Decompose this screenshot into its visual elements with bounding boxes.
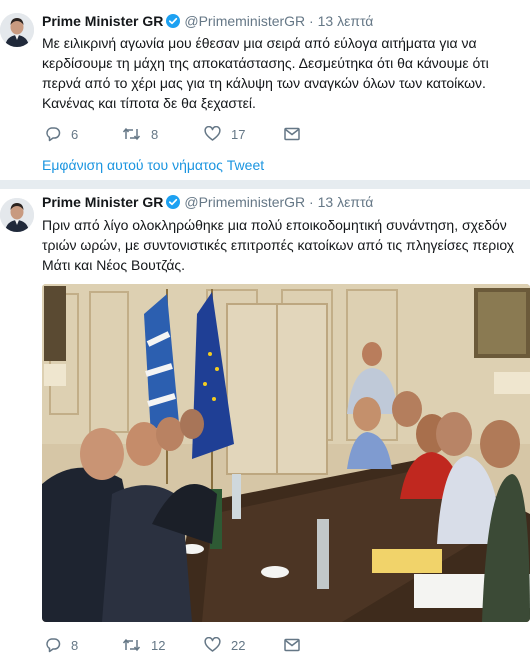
retweet-count: 8: [151, 126, 159, 142]
direct-message-icon: [284, 127, 300, 141]
direct-message-button[interactable]: [284, 635, 300, 655]
reply-icon: [45, 126, 61, 142]
tweet-text-line: Μάτι και Νέος Βουτζάς.: [42, 257, 186, 273]
like-icon: [204, 126, 221, 142]
retweet-button[interactable]: 8: [122, 124, 158, 144]
tweet-text-line: Πριν από λίγο ολοκληρώθηκε μια πολύ εποι…: [42, 217, 507, 233]
like-count: 22: [231, 637, 246, 653]
timestamp[interactable]: 13 λεπτά: [318, 194, 374, 210]
tweet-1[interactable]: Prime Minister GR @PrimeministerGR · 13 λ…: [0, 0, 530, 178]
avatar[interactable]: [0, 198, 34, 232]
retweet-button[interactable]: 12: [122, 635, 165, 655]
like-button[interactable]: 22: [204, 635, 245, 655]
tweet-actions: 6 8 17: [42, 124, 530, 144]
verified-badge-icon: [166, 14, 181, 31]
tweet-header: Prime Minister GR @PrimeministerGR · 13 λ…: [42, 13, 373, 31]
like-count: 17: [231, 126, 246, 142]
reply-button[interactable]: 8: [45, 635, 78, 655]
tweet-text-line: τριών ωρών, με συντονιστικές επιτροπές κ…: [42, 237, 515, 253]
reply-icon: [45, 637, 61, 653]
verified-badge-icon: [166, 195, 181, 212]
direct-message-button[interactable]: [284, 124, 300, 144]
direct-message-icon: [284, 638, 300, 652]
reply-count: 6: [71, 126, 79, 142]
retweet-count: 12: [151, 637, 166, 653]
author-name[interactable]: Prime Minister GR: [42, 194, 163, 210]
reply-button[interactable]: 6: [45, 124, 78, 144]
retweet-icon: [122, 126, 141, 142]
tweet-text-line: Κανένας και τίποτα δε θα ξεχαστεί.: [42, 95, 256, 111]
tweet-text-line: κερδίσουμε τη μάχη της αποκατάστασης. Δε…: [42, 55, 489, 71]
like-icon: [204, 637, 221, 653]
avatar[interactable]: [0, 13, 34, 47]
like-button[interactable]: 17: [204, 124, 245, 144]
separator-dot: ·: [309, 194, 314, 210]
tweet-text: Πριν από λίγο ολοκληρώθηκε μια πολύ εποι…: [42, 215, 528, 275]
separator-dot: ·: [309, 13, 314, 29]
tweet-text-line: περνά από το χέρι μας για τη κάλυψη των …: [42, 75, 486, 91]
show-thread-link[interactable]: Εμφάνιση αυτού του νήματος Tweet: [42, 157, 264, 173]
tweet-header: Prime Minister GR @PrimeministerGR · 13 λ…: [42, 194, 373, 212]
tweet-divider: [0, 180, 530, 189]
retweet-icon: [122, 637, 141, 653]
tweet-text-line: Με ειλικρινή αγωνία μου έθεσαν μια σειρά…: [42, 35, 477, 51]
tweet-2[interactable]: Prime Minister GR @PrimeministerGR · 13 λ…: [0, 189, 530, 665]
timestamp[interactable]: 13 λεπτά: [318, 13, 374, 29]
tweet-actions: 8 12 22: [42, 635, 530, 655]
reply-count: 8: [71, 637, 79, 653]
author-handle[interactable]: @PrimeministerGR: [184, 194, 305, 210]
author-handle[interactable]: @PrimeministerGR: [184, 13, 305, 29]
author-name[interactable]: Prime Minister GR: [42, 13, 163, 29]
tweet-photo[interactable]: [42, 284, 530, 622]
tweet-text: Με ειλικρινή αγωνία μου έθεσαν μια σειρά…: [42, 33, 528, 113]
